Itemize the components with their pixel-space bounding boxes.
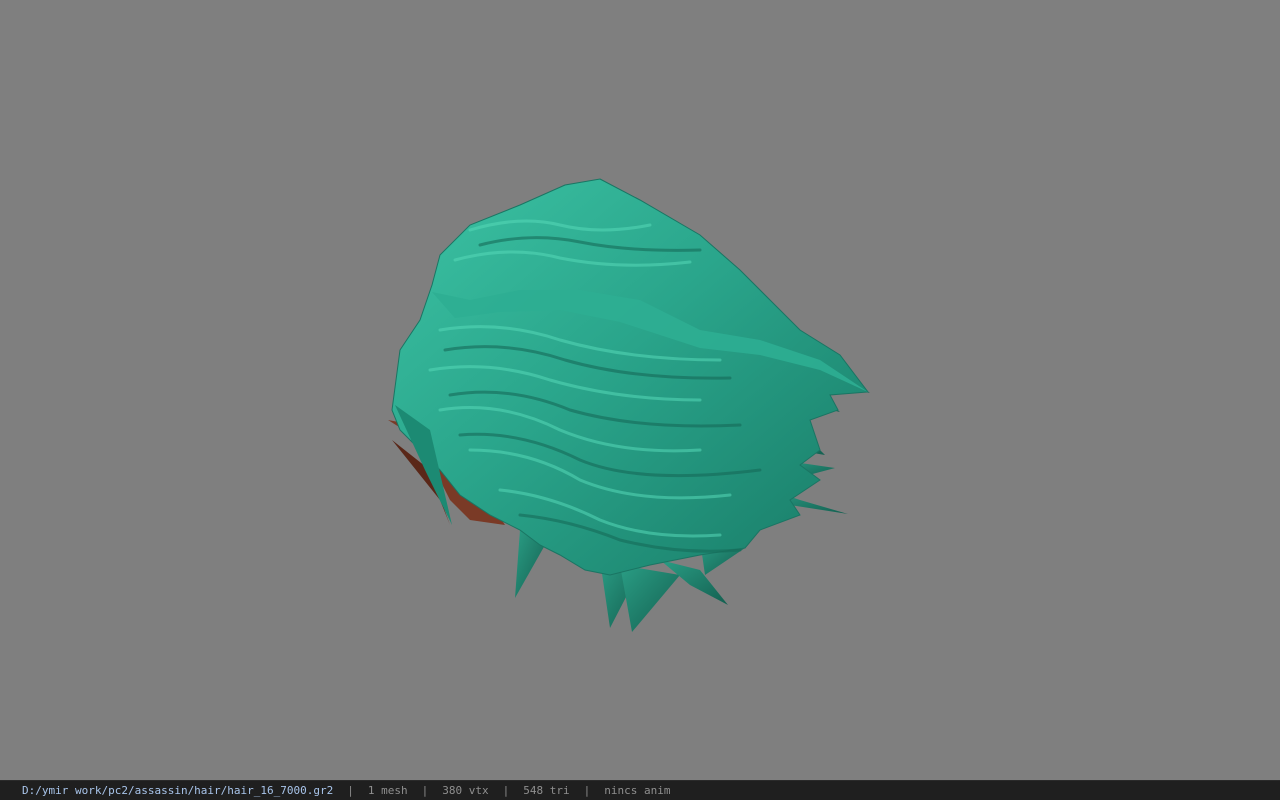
status-bar: D:/ymir work/pc2/assassin/hair/hair_16_7… [0, 780, 1280, 800]
mesh-count: 1 mesh [367, 784, 408, 797]
animation-status: nincs anim [604, 784, 671, 797]
separator: | [502, 784, 510, 797]
file-path: D:/ymir work/pc2/assassin/hair/hair_16_7… [22, 784, 334, 797]
separator: | [421, 784, 429, 797]
separator: | [347, 784, 354, 797]
triangle-count: 548 tri [523, 784, 570, 797]
model-viewport[interactable] [0, 0, 1280, 780]
separator: | [583, 784, 591, 797]
hair-spike [620, 565, 680, 632]
vertex-count: 380 vtx [442, 784, 489, 797]
hair-mass [391, 178, 869, 576]
hair-model[interactable] [0, 0, 1280, 780]
